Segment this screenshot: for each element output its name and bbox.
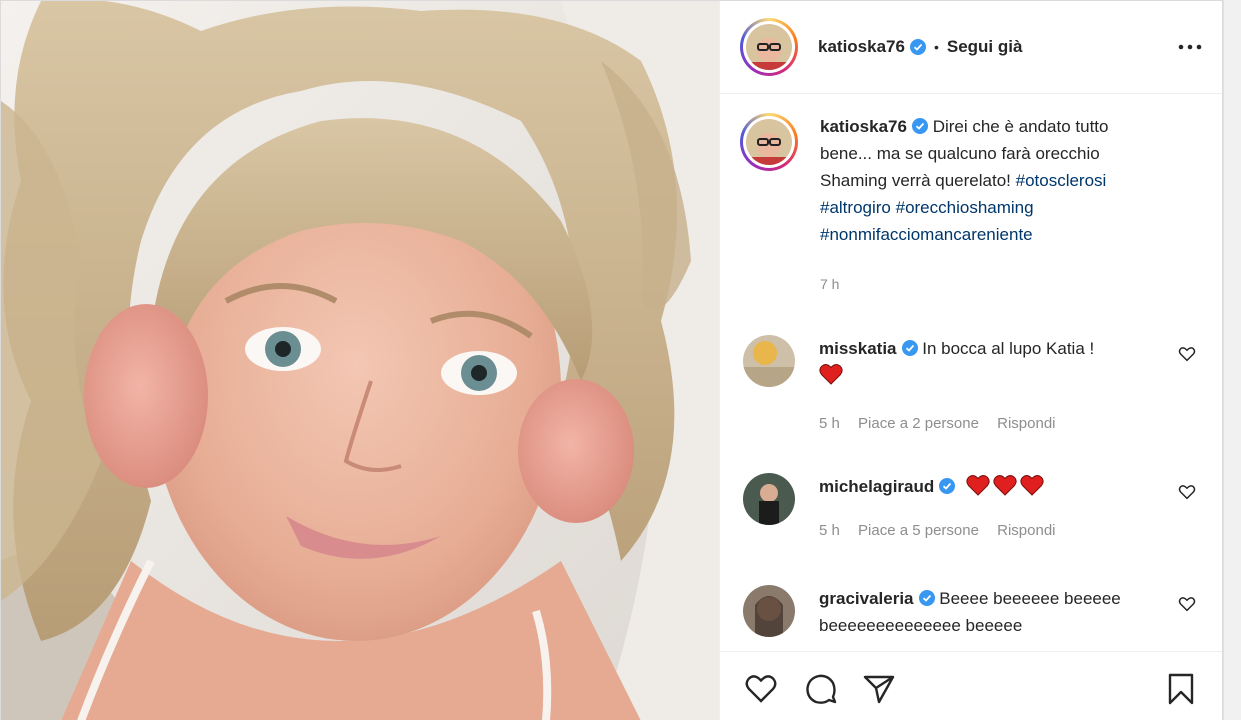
verified-badge-icon	[911, 118, 928, 134]
post-side-panel: katioska76 • Segui già katioska76 Direi …	[719, 1, 1222, 720]
post-header: katioska76 • Segui già	[720, 1, 1222, 94]
red-heart-emoji	[819, 364, 843, 385]
verified-badge-icon	[939, 478, 956, 494]
comment-like-icon[interactable]	[1178, 595, 1196, 613]
comment-avatar[interactable]	[743, 585, 795, 637]
hashtag-link[interactable]: #otosclerosi	[1016, 171, 1107, 190]
comment-item: michelagiraud 5 h Piace a 5 persone Risp…	[740, 473, 1202, 544]
caption-username[interactable]: katioska76	[820, 117, 907, 136]
comment-username[interactable]: gracivaleria	[819, 589, 914, 608]
comment-meta: 5 h Piace a 5 persone Rispondi	[819, 517, 1149, 544]
comment-icon[interactable]	[804, 672, 838, 706]
comment-text: In bocca al lupo Katia !	[922, 339, 1095, 358]
page-scrollbar[interactable]	[1223, 0, 1241, 720]
red-heart-emoji	[966, 475, 990, 496]
hashtag-link[interactable]: #nonmifacciomancareniente	[820, 225, 1033, 244]
comment-avatar[interactable]	[743, 335, 795, 387]
verified-badge-icon	[918, 590, 935, 606]
post-caption: katioska76 Direi che è andato tutto bene…	[720, 95, 1222, 298]
comment-like-icon[interactable]	[1178, 483, 1196, 501]
author-username[interactable]: katioska76	[818, 37, 905, 57]
comment-likes[interactable]: Piace a 5 persone	[858, 522, 979, 539]
follow-button[interactable]: Segui già	[947, 37, 1023, 57]
reply-button[interactable]: Rispondi	[997, 522, 1055, 539]
comment-meta: 5 h Piace a 2 persone Rispondi	[819, 410, 1149, 437]
comment-item: gracivaleria Beeee beeeeee beeeee beeeee…	[740, 585, 1202, 639]
red-heart-emoji	[1020, 475, 1044, 496]
verified-badge-icon	[909, 39, 926, 55]
comment-like-icon[interactable]	[1178, 345, 1196, 363]
post-dialog: katioska76 • Segui già katioska76 Direi …	[0, 0, 1223, 720]
like-icon[interactable]	[744, 672, 778, 706]
comment-username[interactable]: misskatia	[819, 339, 897, 358]
reply-button[interactable]: Rispondi	[997, 415, 1055, 432]
selfie-image	[1, 1, 719, 720]
more-options-icon[interactable]	[1174, 35, 1206, 59]
verified-badge-icon	[901, 340, 918, 356]
comment-time[interactable]: 5 h	[819, 522, 840, 539]
hashtag-link[interactable]: #orecchioshaming	[896, 198, 1034, 217]
save-icon[interactable]	[1164, 672, 1198, 706]
comment-likes[interactable]: Piace a 2 persone	[858, 415, 979, 432]
header-separator: •	[933, 39, 939, 55]
comment-avatar[interactable]	[743, 473, 795, 525]
author-avatar[interactable]	[740, 18, 798, 76]
comments-list[interactable]: katioska76 Direi che è andato tutto bene…	[720, 95, 1222, 651]
red-heart-emoji	[993, 475, 1017, 496]
comment-item: misskatia In bocca al lupo Katia ! 5 h P…	[740, 335, 1202, 437]
post-actions-bar	[720, 651, 1222, 720]
post-photo[interactable]	[1, 1, 719, 720]
comment-username[interactable]: michelagiraud	[819, 477, 934, 496]
caption-avatar[interactable]	[740, 113, 798, 171]
caption-time[interactable]: 7 h	[820, 271, 1160, 298]
comment-time[interactable]: 5 h	[819, 415, 840, 432]
hashtag-link[interactable]: #altrogiro	[820, 198, 891, 217]
share-icon[interactable]	[862, 672, 896, 706]
